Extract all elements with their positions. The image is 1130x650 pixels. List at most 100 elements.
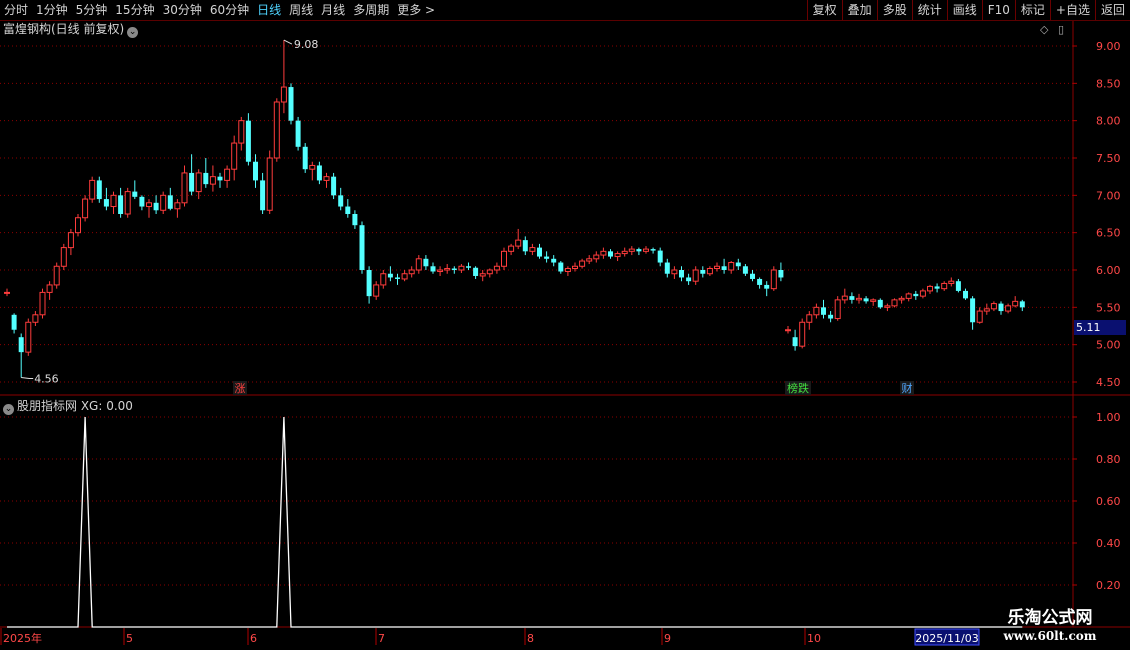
candle-body <box>501 250 507 267</box>
candle-body <box>750 273 755 279</box>
candle-body <box>387 273 393 278</box>
candle-body <box>863 298 869 302</box>
x-tick-label: 8 <box>527 632 534 645</box>
candle-body <box>366 270 372 297</box>
candle-body <box>508 245 515 252</box>
candle-body <box>288 87 294 121</box>
candle-body <box>408 269 415 275</box>
x-tick-label: 10 <box>807 632 821 645</box>
event-marker: 榜跌 <box>787 381 809 395</box>
candle-body <box>841 295 848 301</box>
candle-body <box>919 290 926 297</box>
candle-body <box>260 180 266 211</box>
y-tick-label: 0.80 <box>1096 453 1121 466</box>
candle-body <box>970 298 976 323</box>
candle-body <box>551 258 557 263</box>
candle-body <box>742 266 748 274</box>
candle-body <box>664 262 670 274</box>
date-box-label: 2025/11/03 <box>915 632 978 645</box>
y-tick-label: 0.20 <box>1096 579 1121 592</box>
candle-body <box>280 86 287 103</box>
candle-body <box>522 240 528 252</box>
candle-body <box>813 306 820 316</box>
candle-body <box>451 268 457 270</box>
candle-body <box>1012 300 1019 307</box>
candle-body <box>643 248 649 252</box>
candle-body <box>728 262 735 271</box>
candle-body <box>700 270 706 274</box>
candle-body <box>586 258 593 262</box>
low-pointer <box>21 377 34 380</box>
candle-body <box>245 120 251 162</box>
candle-body <box>466 266 471 268</box>
y-tick-label: 9.00 <box>1096 40 1121 53</box>
candle-body <box>359 225 365 270</box>
candle-body <box>849 296 855 300</box>
candle-body <box>189 172 195 192</box>
candle-body <box>884 305 891 308</box>
candle-body <box>380 273 387 286</box>
y-tick-label: 6.50 <box>1096 227 1121 240</box>
low-label: 4.56 <box>34 373 59 386</box>
watermark-url: www.60lt.com <box>1003 629 1097 643</box>
chart-canvas[interactable]: 9.00 8.50 8.00 7.50 7.00 6.50 6.00 5.50 5.00 4.50… <box>0 0 1130 650</box>
candle-body <box>153 202 159 211</box>
y-tick-label: 5.00 <box>1096 339 1121 352</box>
candle-body <box>714 265 720 270</box>
candle-body <box>89 179 96 200</box>
candle-body <box>195 172 202 193</box>
candle-body <box>828 314 834 319</box>
candle-body <box>834 299 841 320</box>
candle-body <box>338 195 344 207</box>
candle-body <box>764 284 770 289</box>
candle-body <box>963 290 968 299</box>
event-marker: 涨 <box>235 382 246 395</box>
candle-body <box>593 254 600 260</box>
candle-body <box>934 286 940 289</box>
candle-body <box>167 195 173 209</box>
y-tick-label: 8.00 <box>1096 115 1121 128</box>
candle-body <box>486 269 493 275</box>
candle-body <box>46 284 53 293</box>
candle-body <box>1005 305 1012 312</box>
candle-body <box>493 265 500 271</box>
x-tick-label: 7 <box>378 632 385 645</box>
candle-body <box>621 250 628 255</box>
candle-body <box>608 251 613 257</box>
candle-body <box>458 265 465 271</box>
candle-body <box>877 299 883 308</box>
candle-body <box>891 299 898 307</box>
candle-body <box>600 250 607 256</box>
candle-body <box>515 239 522 247</box>
candle-body <box>564 268 571 272</box>
candle-body <box>898 297 905 301</box>
candle-body <box>998 303 1004 312</box>
candle-body <box>395 277 400 279</box>
candle-body <box>160 194 167 211</box>
candle-body <box>345 206 351 214</box>
candle-body <box>905 293 912 299</box>
candle-body <box>430 266 436 272</box>
candle-body <box>636 249 642 252</box>
candle-body <box>352 214 358 226</box>
candle-body <box>778 270 784 278</box>
candle-body <box>856 297 862 301</box>
y-tick-label: 7.50 <box>1096 152 1121 165</box>
candle-body <box>253 161 258 181</box>
candle-body <box>983 308 990 312</box>
candle-body <box>614 253 621 258</box>
candle-body <box>53 265 60 286</box>
candle-body <box>309 164 316 170</box>
candle-body <box>679 270 684 278</box>
candle-body <box>25 321 32 353</box>
candle-body <box>558 262 564 272</box>
candle-body <box>948 280 955 284</box>
candle-body <box>579 260 586 267</box>
y-tick-label: 1.00 <box>1096 411 1121 424</box>
candle-body <box>373 284 380 297</box>
candle-body <box>770 269 777 290</box>
candle-body <box>60 247 67 267</box>
candle-body <box>11 314 17 330</box>
candle-body <box>437 269 444 272</box>
y-tick-label: 0.40 <box>1096 537 1121 550</box>
